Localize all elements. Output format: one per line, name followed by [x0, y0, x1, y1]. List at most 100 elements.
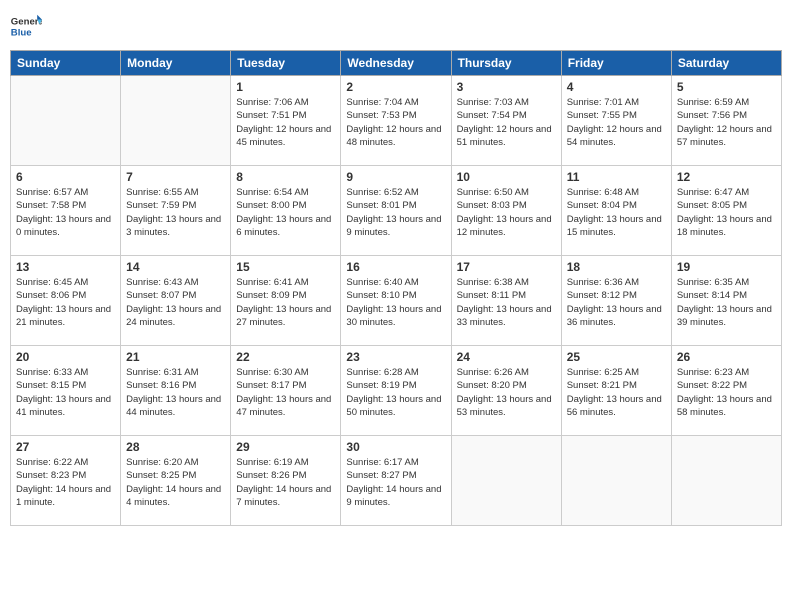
- page: General Blue SundayMondayTuesdayWednesda…: [0, 0, 792, 612]
- calendar-cell: [121, 76, 231, 166]
- week-row-4: 20 Sunrise: 6:33 AMSunset: 8:15 PMDayligh…: [11, 346, 782, 436]
- calendar-cell: 7 Sunrise: 6:55 AMSunset: 7:59 PMDaylight…: [121, 166, 231, 256]
- day-number: 25: [567, 350, 666, 364]
- day-number: 6: [16, 170, 115, 184]
- calendar-cell: 6 Sunrise: 6:57 AMSunset: 7:58 PMDaylight…: [11, 166, 121, 256]
- day-info: Sunrise: 7:06 AMSunset: 7:51 PMDaylight:…: [236, 96, 335, 149]
- day-info: Sunrise: 6:31 AMSunset: 8:16 PMDaylight:…: [126, 366, 225, 419]
- calendar-cell: 8Sunrise: 6:54 AMSunset: 8:00 PMDaylight…: [231, 166, 341, 256]
- day-info: Sunrise: 7:03 AMSunset: 7:54 PMDaylight:…: [457, 96, 556, 149]
- day-info: Sunrise: 6:47 AMSunset: 8:05 PMDaylight:…: [677, 186, 776, 239]
- day-info: Sunrise: 6:55 AMSunset: 7:59 PMDaylight:…: [126, 186, 225, 239]
- svg-text:Blue: Blue: [11, 28, 32, 39]
- day-number: 1: [236, 80, 335, 94]
- calendar-cell: 10Sunrise: 6:50 AMSunset: 8:03 PMDayligh…: [451, 166, 561, 256]
- calendar-cell: 23 Sunrise: 6:28 AMSunset: 8:19 PMDayligh…: [341, 346, 451, 436]
- day-number: 13: [16, 260, 115, 274]
- day-number: 16: [346, 260, 445, 274]
- day-info: Sunrise: 6:36 AMSunset: 8:12 PMDaylight:…: [567, 276, 666, 329]
- week-row-2: 6 Sunrise: 6:57 AMSunset: 7:58 PMDaylight…: [11, 166, 782, 256]
- header-saturday: Saturday: [671, 51, 781, 76]
- day-number: 23: [346, 350, 445, 364]
- day-info: Sunrise: 6:26 AMSunset: 8:20 PMDaylight:…: [457, 366, 556, 419]
- calendar-cell: 9 Sunrise: 6:52 AMSunset: 8:01 PMDaylight…: [341, 166, 451, 256]
- logo: General Blue: [10, 10, 42, 42]
- day-info: Sunrise: 6:28 AMSunset: 8:19 PMDaylight:…: [346, 366, 445, 419]
- calendar-cell: 30 Sunrise: 6:17 AMSunset: 8:27 PMDayligh…: [341, 436, 451, 526]
- header-friday: Friday: [561, 51, 671, 76]
- calendar-cell: [671, 436, 781, 526]
- day-number: 19: [677, 260, 776, 274]
- day-number: 24: [457, 350, 556, 364]
- day-number: 21: [126, 350, 225, 364]
- calendar-cell: 5Sunrise: 6:59 AMSunset: 7:56 PMDaylight…: [671, 76, 781, 166]
- calendar-cell: 3Sunrise: 7:03 AMSunset: 7:54 PMDaylight…: [451, 76, 561, 166]
- calendar-cell: 24 Sunrise: 6:26 AMSunset: 8:20 PMDayligh…: [451, 346, 561, 436]
- day-number: 26: [677, 350, 776, 364]
- calendar-cell: 21 Sunrise: 6:31 AMSunset: 8:16 PMDayligh…: [121, 346, 231, 436]
- day-info: Sunrise: 6:17 AMSunset: 8:27 PMDaylight:…: [346, 456, 445, 509]
- header: General Blue: [10, 10, 782, 42]
- day-info: Sunrise: 6:40 AMSunset: 8:10 PMDaylight:…: [346, 276, 445, 329]
- day-info: Sunrise: 6:48 AMSunset: 8:04 PMDaylight:…: [567, 186, 666, 239]
- day-info: Sunrise: 6:57 AMSunset: 7:58 PMDaylight:…: [16, 186, 115, 239]
- day-info: Sunrise: 6:33 AMSunset: 8:15 PMDaylight:…: [16, 366, 115, 419]
- day-info: Sunrise: 6:23 AMSunset: 8:22 PMDaylight:…: [677, 366, 776, 419]
- logo-svg: General Blue: [10, 10, 42, 42]
- day-info: Sunrise: 6:19 AMSunset: 8:26 PMDaylight:…: [236, 456, 335, 509]
- day-info: Sunrise: 6:25 AMSunset: 8:21 PMDaylight:…: [567, 366, 666, 419]
- day-info: Sunrise: 6:20 AMSunset: 8:25 PMDaylight:…: [126, 456, 225, 509]
- day-number: 9: [346, 170, 445, 184]
- day-number: 14: [126, 260, 225, 274]
- header-monday: Monday: [121, 51, 231, 76]
- calendar-cell: 12 Sunrise: 6:47 AMSunset: 8:05 PMDayligh…: [671, 166, 781, 256]
- day-info: Sunrise: 6:59 AMSunset: 7:56 PMDaylight:…: [677, 96, 776, 149]
- day-info: Sunrise: 7:01 AMSunset: 7:55 PMDaylight:…: [567, 96, 666, 149]
- calendar-cell: 17 Sunrise: 6:38 AMSunset: 8:11 PMDayligh…: [451, 256, 561, 346]
- calendar-cell: 15 Sunrise: 6:41 AMSunset: 8:09 PMDayligh…: [231, 256, 341, 346]
- day-number: 11: [567, 170, 666, 184]
- calendar-cell: 18 Sunrise: 6:36 AMSunset: 8:12 PMDayligh…: [561, 256, 671, 346]
- calendar-cell: 13 Sunrise: 6:45 AMSunset: 8:06 PMDayligh…: [11, 256, 121, 346]
- day-number: 18: [567, 260, 666, 274]
- calendar-cell: [11, 76, 121, 166]
- calendar-cell: 14 Sunrise: 6:43 AMSunset: 8:07 PMDayligh…: [121, 256, 231, 346]
- day-info: Sunrise: 6:45 AMSunset: 8:06 PMDaylight:…: [16, 276, 115, 329]
- day-info: Sunrise: 6:22 AMSunset: 8:23 PMDaylight:…: [16, 456, 115, 509]
- calendar-cell: [451, 436, 561, 526]
- day-info: Sunrise: 6:35 AMSunset: 8:14 PMDaylight:…: [677, 276, 776, 329]
- day-number: 4: [567, 80, 666, 94]
- day-number: 7: [126, 170, 225, 184]
- header-sunday: Sunday: [11, 51, 121, 76]
- calendar-cell: 29Sunrise: 6:19 AMSunset: 8:26 PMDayligh…: [231, 436, 341, 526]
- calendar-cell: 25 Sunrise: 6:25 AMSunset: 8:21 PMDayligh…: [561, 346, 671, 436]
- day-info: Sunrise: 6:43 AMSunset: 8:07 PMDaylight:…: [126, 276, 225, 329]
- calendar-cell: 27 Sunrise: 6:22 AMSunset: 8:23 PMDayligh…: [11, 436, 121, 526]
- calendar-cell: 19 Sunrise: 6:35 AMSunset: 8:14 PMDayligh…: [671, 256, 781, 346]
- day-info: Sunrise: 6:52 AMSunset: 8:01 PMDaylight:…: [346, 186, 445, 239]
- day-number: 12: [677, 170, 776, 184]
- calendar-cell: 4 Sunrise: 7:01 AMSunset: 7:55 PMDaylight…: [561, 76, 671, 166]
- calendar-cell: 20 Sunrise: 6:33 AMSunset: 8:15 PMDayligh…: [11, 346, 121, 436]
- day-info: Sunrise: 6:41 AMSunset: 8:09 PMDaylight:…: [236, 276, 335, 329]
- calendar-cell: 22 Sunrise: 6:30 AMSunset: 8:17 PMDayligh…: [231, 346, 341, 436]
- calendar-cell: 28 Sunrise: 6:20 AMSunset: 8:25 PMDayligh…: [121, 436, 231, 526]
- day-info: Sunrise: 7:04 AMSunset: 7:53 PMDaylight:…: [346, 96, 445, 149]
- week-row-3: 13 Sunrise: 6:45 AMSunset: 8:06 PMDayligh…: [11, 256, 782, 346]
- calendar-cell: 2 Sunrise: 7:04 AMSunset: 7:53 PMDaylight…: [341, 76, 451, 166]
- week-row-5: 27 Sunrise: 6:22 AMSunset: 8:23 PMDayligh…: [11, 436, 782, 526]
- header-tuesday: Tuesday: [231, 51, 341, 76]
- day-info: Sunrise: 6:30 AMSunset: 8:17 PMDaylight:…: [236, 366, 335, 419]
- day-number: 17: [457, 260, 556, 274]
- header-thursday: Thursday: [451, 51, 561, 76]
- day-info: Sunrise: 6:54 AMSunset: 8:00 PMDaylight:…: [236, 186, 335, 239]
- day-number: 27: [16, 440, 115, 454]
- day-number: 20: [16, 350, 115, 364]
- day-number: 28: [126, 440, 225, 454]
- day-number: 2: [346, 80, 445, 94]
- day-number: 30: [346, 440, 445, 454]
- day-info: Sunrise: 6:38 AMSunset: 8:11 PMDaylight:…: [457, 276, 556, 329]
- day-number: 22: [236, 350, 335, 364]
- calendar-table: SundayMondayTuesdayWednesdayThursdayFrid…: [10, 50, 782, 526]
- day-number: 15: [236, 260, 335, 274]
